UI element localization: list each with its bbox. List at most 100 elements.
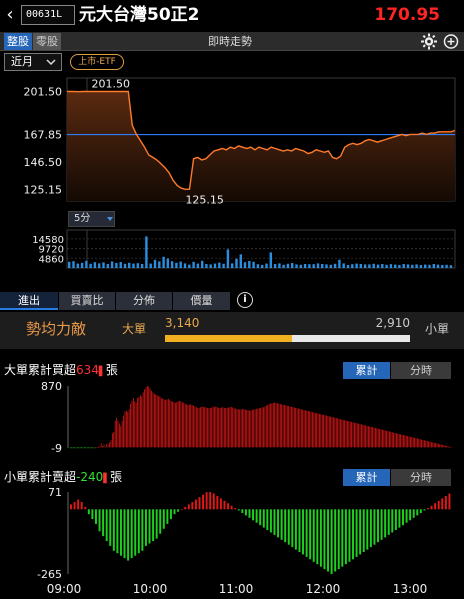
hist-bar [138,396,140,448]
hist-bar [77,447,78,449]
hist-bar [299,408,301,448]
hist-bar [222,407,224,448]
hist-bar [335,418,337,448]
hist-bar [98,509,101,532]
hist-bar [212,493,215,510]
odd-lot-toggle[interactable]: 零股 [33,33,61,50]
hist-bar [300,409,302,448]
hist-bar [379,429,381,448]
big-cum-toggle[interactable]: 累計 [343,362,390,379]
hist-bar [334,417,336,448]
gear-icon[interactable] [420,32,438,51]
big-cum-title: 大單累計買超 [4,363,77,377]
hist-bar [384,430,386,448]
hist-bar [296,408,298,448]
hist-bar [130,403,131,448]
hist-bar [302,409,304,448]
back-icon[interactable]: ‹ [2,6,18,24]
hist-bar [405,435,407,448]
volume-bar [192,261,195,268]
hist-bar [369,426,371,448]
big-cum-header: 大單累計買超634▌張 [4,361,118,381]
volume-bar [303,264,307,268]
volume-bar [406,264,410,268]
hist-bar [194,499,197,510]
hist-bar [342,419,344,448]
hist-bar [390,431,392,448]
stock-code-input[interactable]: 00631L [21,5,75,25]
hist-bar [317,413,319,448]
volume-bar [76,263,79,268]
big-period-toggle[interactable]: 分時 [391,362,451,379]
hist-bar [144,509,147,546]
hist-bar [298,509,301,552]
hist-bar [416,509,419,516]
hist-bar [273,509,276,535]
hist-bar [302,509,305,555]
hist-bar [330,416,332,448]
hist-bar [316,413,318,448]
period-select[interactable]: 近月 [4,53,62,71]
market-badge: 上市-ETF [70,54,124,70]
hist-bar [409,509,412,521]
hist-bar [190,404,192,448]
hist-tick-label: 71 [48,486,62,499]
small-cum-toggle[interactable]: 累計 [343,469,390,486]
x-tick: 12:00 [305,582,341,596]
add-icon[interactable] [442,32,460,51]
hist-bar [376,428,378,448]
hist-bar [327,509,330,572]
hist-bar [386,430,387,448]
hist-bar [90,447,92,449]
volume-bar [145,236,148,268]
hist-bar [219,407,221,448]
volume-bar [381,264,384,268]
volume-bar [411,264,414,268]
info-icon[interactable]: i [237,292,253,308]
hist-bar [338,418,340,448]
volume-bar [158,261,161,268]
small-period-toggle[interactable]: 分時 [391,469,451,486]
hist-bar [401,434,403,448]
y-tick-label: 146.50 [24,156,63,169]
hist-bar [323,414,325,448]
hist-bar [73,502,76,510]
hist-bar [309,411,311,448]
hist-bar [288,406,290,448]
hist-bar [431,442,432,448]
hist-bar [103,444,105,448]
y-tick-label: 201.50 [24,85,63,98]
hist-bar [148,386,150,448]
hist-bar [135,402,137,448]
hist-bar [344,509,347,565]
hist-bar [86,447,88,449]
whole-lot-toggle[interactable]: 整股 [4,33,32,50]
hist-bar [134,401,136,448]
strength-title: 勢均力敵 [26,320,87,338]
volume-bar [359,264,362,268]
small-cum-title: 小單累計賣超 [4,470,77,484]
tab-distribution[interactable]: 分佈 [116,292,172,310]
hist-bar [370,426,372,448]
hist-bar [421,439,422,448]
hist-tick-label: 870 [41,380,62,393]
tab-buy-sell-ratio[interactable]: 買賣比 [59,292,115,310]
hist-bar [419,509,422,513]
hist-bar [432,442,434,448]
hist-bar [241,509,244,513]
hist-bar [355,423,357,448]
volume-bar [89,263,92,268]
hist-bar [269,509,272,533]
tab-inout[interactable]: 進出 [0,292,58,310]
hist-bar [437,500,440,510]
hist-bar [207,407,208,448]
hist-bar [434,503,437,510]
volume-bar [170,261,174,268]
volume-bar [394,264,397,268]
volume-bar [316,263,320,268]
tab-price-volume[interactable]: 價量 [173,292,230,310]
hist-bar [400,434,401,448]
intraday-chart[interactable]: 201.50167.85146.50125.15201.50125.15 145… [0,76,464,276]
hist-bar [348,509,351,562]
hist-bar [162,398,164,448]
